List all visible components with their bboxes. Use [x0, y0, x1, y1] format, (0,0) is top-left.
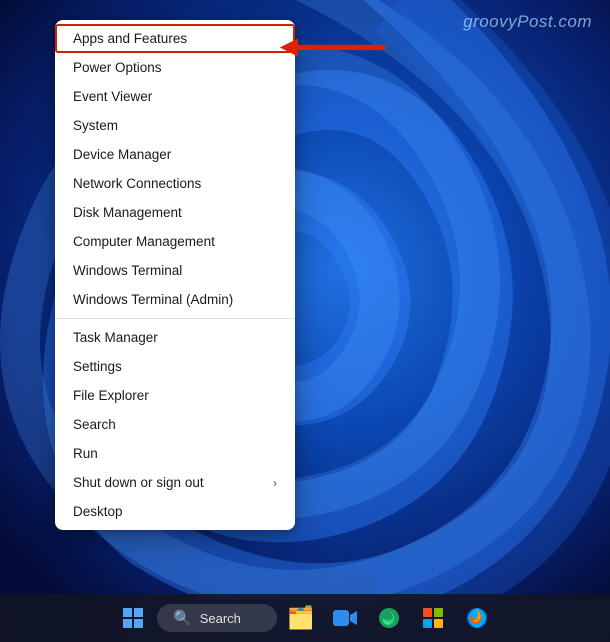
search-icon: 🔍	[173, 609, 192, 627]
menu-item-network-connections[interactable]: Network Connections	[55, 169, 295, 198]
menu-item-run[interactable]: Run	[55, 439, 295, 468]
menu-divider	[55, 318, 295, 319]
red-arrow	[268, 22, 388, 72]
menu-item-apps-features[interactable]: Apps and Features	[55, 24, 295, 53]
menu-item-label: Apps and Features	[73, 31, 187, 46]
watermark: groovyPost.com	[463, 12, 592, 32]
taskbar: 🔍 Search 🗂️	[0, 594, 610, 642]
menu-item-windows-terminal-admin[interactable]: Windows Terminal (Admin)	[55, 285, 295, 314]
menu-item-label: File Explorer	[73, 388, 149, 403]
submenu-arrow-icon: ›	[273, 476, 277, 490]
menu-item-label: Task Manager	[73, 330, 158, 345]
menu-item-label: Device Manager	[73, 147, 171, 162]
menu-item-label: Desktop	[73, 504, 123, 519]
taskbar-firefox-icon[interactable]	[457, 598, 497, 638]
menu-item-label: Event Viewer	[73, 89, 152, 104]
menu-item-label: Windows Terminal	[73, 263, 182, 278]
menu-item-event-viewer[interactable]: Event Viewer	[55, 82, 295, 111]
menu-item-label: Shut down or sign out	[73, 475, 204, 490]
menu-item-computer-management[interactable]: Computer Management	[55, 227, 295, 256]
taskbar-zoom-icon[interactable]	[325, 598, 365, 638]
menu-item-search[interactable]: Search	[55, 410, 295, 439]
menu-item-windows-terminal[interactable]: Windows Terminal	[55, 256, 295, 285]
menu-item-disk-management[interactable]: Disk Management	[55, 198, 295, 227]
menu-item-device-manager[interactable]: Device Manager	[55, 140, 295, 169]
menu-item-label: Power Options	[73, 60, 162, 75]
menu-item-label: System	[73, 118, 118, 133]
taskbar-icons: 🔍 Search 🗂️	[113, 598, 497, 638]
menu-item-label: Network Connections	[73, 176, 201, 191]
menu-item-label: Settings	[73, 359, 122, 374]
taskbar-store-icon[interactable]	[413, 598, 453, 638]
menu-item-task-manager[interactable]: Task Manager	[55, 323, 295, 352]
taskbar-search-label: Search	[200, 611, 241, 626]
menu-item-desktop[interactable]: Desktop	[55, 497, 295, 526]
menu-item-label: Windows Terminal (Admin)	[73, 292, 233, 307]
menu-item-power-options[interactable]: Power Options	[55, 53, 295, 82]
windows-start-button[interactable]	[113, 598, 153, 638]
menu-item-label: Computer Management	[73, 234, 215, 249]
taskbar-edge-icon[interactable]	[369, 598, 409, 638]
context-menu: Apps and Features Power Options Event View…	[55, 20, 295, 530]
menu-item-label: Run	[73, 446, 98, 461]
taskbar-file-explorer-icon[interactable]: 🗂️	[281, 598, 321, 638]
menu-item-system[interactable]: System	[55, 111, 295, 140]
taskbar-search-bar[interactable]: 🔍 Search	[157, 604, 277, 632]
folder-icon: 🗂️	[287, 605, 314, 631]
menu-item-file-explorer[interactable]: File Explorer	[55, 381, 295, 410]
menu-item-label: Disk Management	[73, 205, 182, 220]
menu-item-shutdown-signout[interactable]: Shut down or sign out ›	[55, 468, 295, 497]
menu-item-settings[interactable]: Settings	[55, 352, 295, 381]
menu-item-label: Search	[73, 417, 116, 432]
